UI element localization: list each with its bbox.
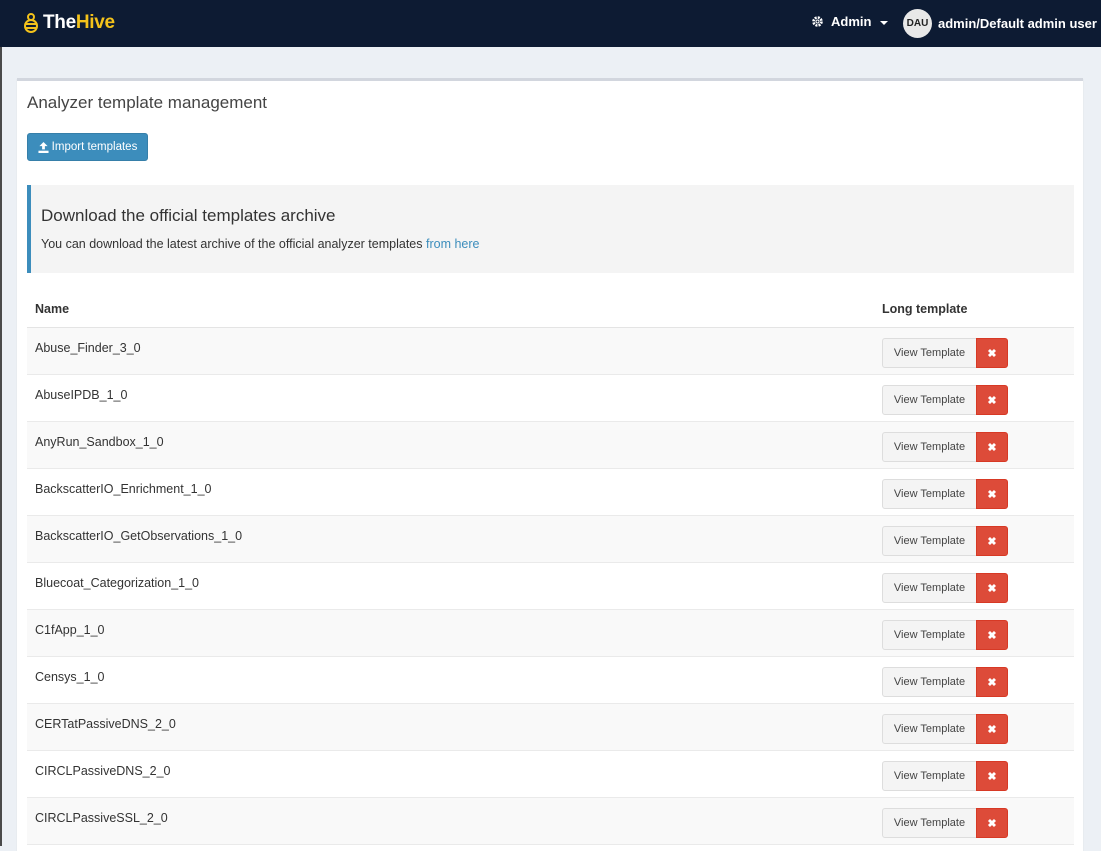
close-icon: ✖ bbox=[987, 441, 997, 454]
close-icon: ✖ bbox=[987, 394, 997, 407]
table-row: CIRCLPassiveSSL_2_0 View Template ✖ bbox=[27, 798, 1074, 845]
close-icon: ✖ bbox=[987, 629, 997, 642]
template-name: AnyRun_Sandbox_1_0 bbox=[35, 435, 164, 449]
delete-template-button[interactable]: ✖ bbox=[976, 620, 1008, 650]
gear-icon bbox=[812, 16, 823, 27]
view-template-button[interactable]: View Template bbox=[882, 667, 977, 697]
close-icon: ✖ bbox=[987, 535, 997, 548]
template-name: BackscatterIO_Enrichment_1_0 bbox=[35, 482, 212, 496]
view-template-button[interactable]: View Template bbox=[882, 808, 977, 838]
callout-text: You can download the latest archive of t… bbox=[41, 237, 479, 251]
view-template-button[interactable]: View Template bbox=[882, 338, 977, 368]
delete-template-button[interactable]: ✖ bbox=[976, 714, 1008, 744]
delete-template-button[interactable]: ✖ bbox=[976, 667, 1008, 697]
table-row: AbuseIPDB_1_0 View Template ✖ bbox=[27, 375, 1074, 422]
template-name: Abuse_Finder_3_0 bbox=[35, 341, 141, 355]
template-name: CERTatPassiveDNS_2_0 bbox=[35, 717, 176, 731]
view-template-button[interactable]: View Template bbox=[882, 526, 977, 556]
delete-template-button[interactable]: ✖ bbox=[976, 526, 1008, 556]
import-templates-label: Import templates bbox=[51, 141, 138, 153]
view-template-button[interactable]: View Template bbox=[882, 479, 977, 509]
close-icon: ✖ bbox=[987, 582, 997, 595]
table-row: BackscatterIO_Enrichment_1_0 View Templat… bbox=[27, 469, 1074, 516]
template-name: CIRCLPassiveSSL_2_0 bbox=[35, 811, 168, 825]
delete-template-button[interactable]: ✖ bbox=[976, 479, 1008, 509]
top-navbar: TheHive Admin DAU admin/Default admin us… bbox=[0, 0, 1101, 47]
table-row: C1fApp_1_0 View Template ✖ bbox=[27, 610, 1074, 657]
download-callout: Download the official templates archive … bbox=[27, 185, 1074, 273]
close-icon: ✖ bbox=[987, 676, 997, 689]
callout-title: Download the official templates archive bbox=[41, 206, 336, 225]
table-row: CIRCLPassiveDNS_2_0 View Template ✖ bbox=[27, 751, 1074, 798]
template-name: CIRCLPassiveDNS_2_0 bbox=[35, 764, 171, 778]
column-header-long-template: Long template bbox=[882, 302, 968, 316]
brand-logo[interactable]: TheHive bbox=[22, 11, 115, 35]
view-template-button[interactable]: View Template bbox=[882, 573, 977, 603]
view-template-button[interactable]: View Template bbox=[882, 620, 977, 650]
delete-template-button[interactable]: ✖ bbox=[976, 808, 1008, 838]
admin-menu[interactable]: Admin bbox=[811, 14, 889, 29]
delete-template-button[interactable]: ✖ bbox=[976, 338, 1008, 368]
template-name: C1fApp_1_0 bbox=[35, 623, 105, 637]
table-row: BackscatterIO_GetObservations_1_0 View Te… bbox=[27, 516, 1074, 563]
close-icon: ✖ bbox=[987, 770, 997, 783]
view-template-button[interactable]: View Template bbox=[882, 385, 977, 415]
left-edge-border bbox=[0, 47, 2, 846]
upload-icon bbox=[38, 141, 49, 153]
close-icon: ✖ bbox=[987, 488, 997, 501]
view-template-button[interactable]: View Template bbox=[882, 714, 977, 744]
close-icon: ✖ bbox=[987, 817, 997, 830]
delete-template-button[interactable]: ✖ bbox=[976, 432, 1008, 462]
close-icon: ✖ bbox=[987, 723, 997, 736]
view-template-button[interactable]: View Template bbox=[882, 432, 977, 462]
templates-table-body: Abuse_Finder_3_0 View Template ✖ AbuseIPDB_… bbox=[27, 328, 1074, 845]
delete-template-button[interactable]: ✖ bbox=[976, 761, 1008, 791]
column-header-name: Name bbox=[35, 302, 70, 316]
brand-name-hive: Hive bbox=[75, 12, 115, 33]
delete-template-button[interactable]: ✖ bbox=[976, 573, 1008, 603]
template-name: Censys_1_0 bbox=[35, 670, 105, 684]
table-header: Name Long template bbox=[27, 291, 1074, 328]
table-row: CERTatPassiveDNS_2_0 View Template ✖ bbox=[27, 704, 1074, 751]
delete-template-button[interactable]: ✖ bbox=[976, 385, 1008, 415]
view-template-button[interactable]: View Template bbox=[882, 761, 977, 791]
page-title: Analyzer template management bbox=[27, 93, 268, 112]
user-menu[interactable]: DAU admin/Default admin user bbox=[903, 9, 1097, 38]
template-name: Bluecoat_Categorization_1_0 bbox=[35, 576, 200, 590]
admin-menu-label: Admin bbox=[831, 14, 872, 29]
brand-name-the: The bbox=[43, 12, 76, 33]
import-templates-button[interactable]: Import templates bbox=[27, 133, 148, 161]
bee-icon bbox=[24, 13, 38, 33]
caret-down-icon bbox=[880, 20, 889, 25]
callout-description: You can download the latest archive of t… bbox=[41, 237, 423, 251]
avatar: DAU bbox=[903, 9, 932, 38]
table-row: Censys_1_0 View Template ✖ bbox=[27, 657, 1074, 704]
brand-name: TheHive bbox=[43, 12, 115, 34]
table-row: AnyRun_Sandbox_1_0 View Template ✖ bbox=[27, 422, 1074, 469]
template-name: AbuseIPDB_1_0 bbox=[35, 388, 128, 402]
user-menu-label: admin/Default admin user bbox=[938, 16, 1097, 31]
table-row: Bluecoat_Categorization_1_0 View Template… bbox=[27, 563, 1074, 610]
download-archive-link[interactable]: from here bbox=[426, 237, 480, 251]
table-row: Abuse_Finder_3_0 View Template ✖ bbox=[27, 328, 1074, 375]
template-name: BackscatterIO_GetObservations_1_0 bbox=[35, 529, 243, 543]
template-management-panel: Analyzer template management Import temp… bbox=[17, 78, 1083, 851]
close-icon: ✖ bbox=[987, 347, 997, 360]
